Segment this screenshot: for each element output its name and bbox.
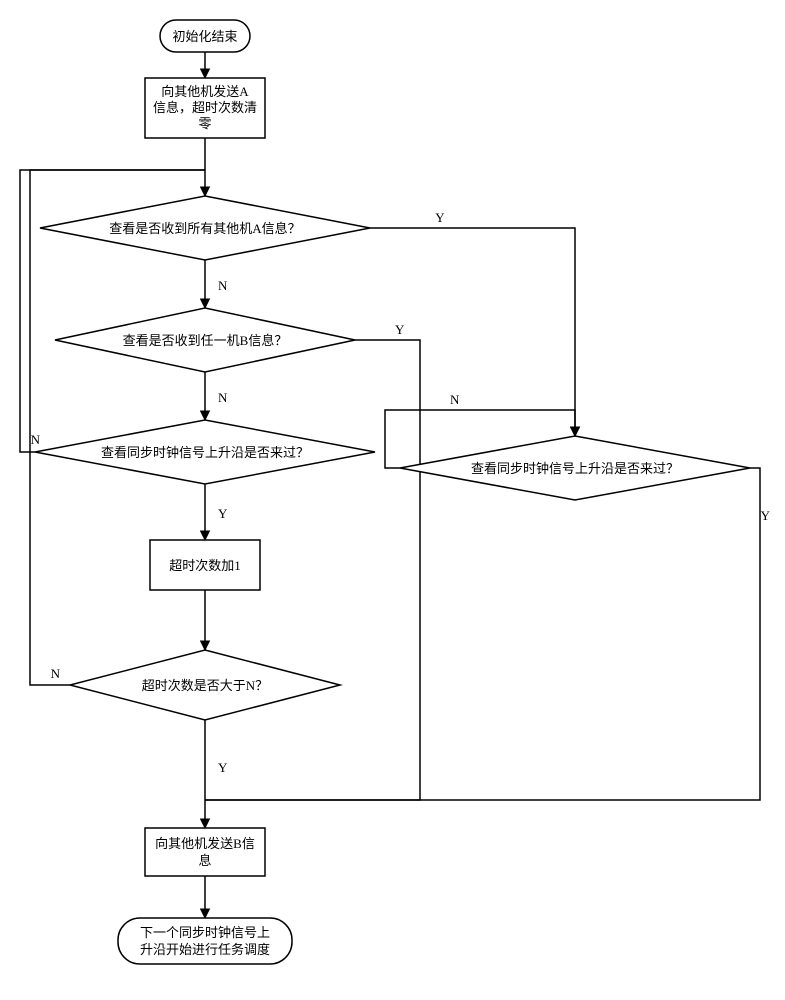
- label-decB-N: N: [218, 390, 228, 405]
- sendB-l1: 向其他机发送B信: [155, 836, 255, 851]
- node-decB: 查看是否收到任一机B信息？: [55, 308, 355, 372]
- start-label: 初始化结束: [172, 29, 237, 44]
- decB-label: 查看是否收到任一机B信息？: [123, 333, 288, 348]
- decClkL-label: 查看同步时钟信号上升沿是否来过？: [101, 445, 309, 460]
- end-l2: 升沿开始进行任务调度: [140, 942, 270, 957]
- edge-decClkR-sendB: [205, 468, 760, 800]
- label-decA-Y: Y: [435, 210, 445, 225]
- node-end: 下一个同步时钟信号上 升沿开始进行任务调度: [118, 918, 292, 964]
- label-decClkL-Y: Y: [218, 506, 228, 521]
- node-start: 初始化结束: [160, 20, 250, 52]
- label-decB-Y: Y: [395, 322, 405, 337]
- node-sendB: 向其他机发送B信 息: [145, 828, 265, 876]
- decClkR-label: 查看同步时钟信号上升沿是否来过？: [471, 461, 679, 476]
- node-decN: 超时次数是否大于N？: [70, 650, 340, 720]
- decN-label: 超时次数是否大于N？: [142, 678, 268, 693]
- node-decClkL: 查看同步时钟信号上升沿是否来过？: [35, 420, 375, 484]
- sendA-l3: 零: [198, 116, 211, 131]
- label-decClkR-Y: Y: [761, 508, 771, 523]
- flowchart: 初始化结束 向其他机发送A 信息，超时次数清 零 查看是否收到所有其他机A信息？…: [0, 0, 785, 1000]
- sendB-l2: 息: [198, 853, 211, 868]
- node-incTO: 超时次数加1: [150, 540, 260, 590]
- node-decA: 查看是否收到所有其他机A信息？: [40, 196, 370, 260]
- label-decClkL-N: N: [31, 432, 41, 447]
- end-l1: 下一个同步时钟信号上: [140, 925, 270, 940]
- decA-label: 查看是否收到所有其他机A信息？: [109, 221, 300, 236]
- label-decClkR-N: N: [450, 392, 460, 407]
- sendA-l1: 向其他机发送A: [161, 84, 249, 99]
- label-decN-Y: Y: [218, 760, 228, 775]
- node-sendA: 向其他机发送A 信息，超时次数清 零: [145, 78, 265, 138]
- node-decClkR: 查看同步时钟信号上升沿是否来过？: [400, 436, 750, 500]
- label-decA-N: N: [218, 278, 228, 293]
- sendA-l2: 信息，超时次数清: [153, 100, 257, 115]
- label-decN-N: N: [51, 666, 61, 681]
- incTO-label: 超时次数加1: [169, 558, 241, 573]
